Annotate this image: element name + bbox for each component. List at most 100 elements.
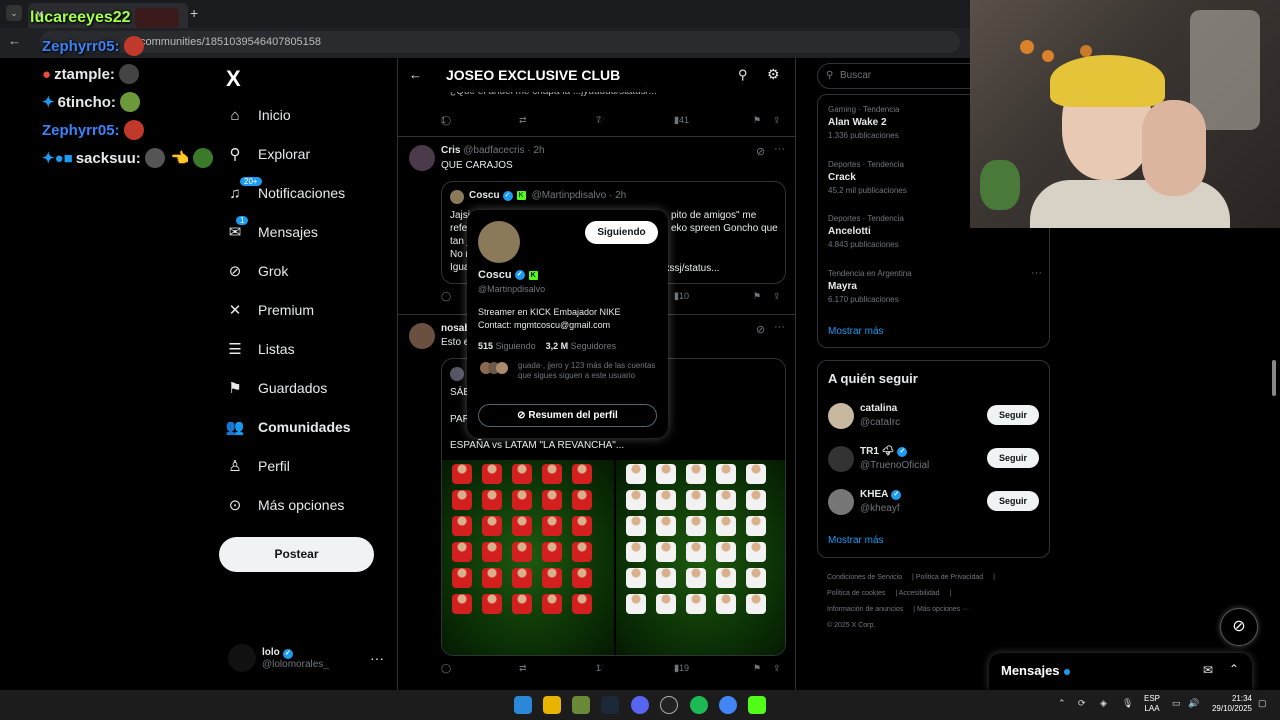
show-more-trends[interactable]: Mostrar más bbox=[828, 326, 884, 337]
post-button[interactable]: Postear bbox=[219, 537, 374, 572]
reply-icon[interactable]: ◯ bbox=[441, 663, 451, 674]
mutual-followers-text[interactable]: guada·, jjero y 123 más de las cuentas q… bbox=[518, 361, 658, 381]
nav-premium[interactable]: ✕ Premium bbox=[226, 301, 314, 319]
suggested-user[interactable]: TR1 🌩 ✓ @TruenoOficial Seguir bbox=[828, 446, 1040, 474]
gear-icon[interactable]: ⚙ bbox=[767, 66, 780, 83]
clock[interactable]: 21:34 29/10/2025 bbox=[1208, 694, 1252, 714]
chrome-icon[interactable] bbox=[719, 696, 737, 714]
tray-icon[interactable]: ⟳ bbox=[1078, 698, 1086, 709]
microphone-icon[interactable]: 🎙 bbox=[1122, 698, 1133, 709]
tab-dropdown-button[interactable]: ⌄ bbox=[6, 5, 22, 21]
views-button[interactable]: ▮ 710 bbox=[674, 291, 689, 302]
nav-explore[interactable]: ⚲ Explorar bbox=[226, 145, 311, 163]
x-logo-icon[interactable]: X bbox=[226, 66, 241, 92]
file-explorer-icon[interactable] bbox=[543, 696, 561, 714]
follow-button[interactable]: Seguir bbox=[987, 448, 1039, 468]
share-icon[interactable]: ⇪ bbox=[773, 115, 781, 126]
like-button[interactable]: ♡ 1 bbox=[596, 663, 604, 674]
repost-icon[interactable]: ⇄ bbox=[519, 115, 527, 126]
footer-link[interactable]: Política de Privacidad bbox=[916, 574, 983, 581]
spain-lineup-image bbox=[442, 460, 616, 655]
avatar[interactable] bbox=[478, 221, 520, 263]
footer-link[interactable]: Condiciones de Servicio bbox=[827, 574, 902, 581]
grok-icon[interactable]: ⊘ bbox=[756, 323, 765, 336]
nav-label: Grok bbox=[258, 263, 289, 279]
nav-profile[interactable]: ♙ Perfil bbox=[226, 457, 290, 475]
network-icon[interactable]: ▭ bbox=[1172, 698, 1181, 709]
share-icon[interactable]: ⇪ bbox=[773, 291, 781, 302]
more-dots-icon[interactable]: ··· bbox=[774, 321, 785, 333]
bell-icon: ♫ 20+ bbox=[226, 177, 262, 202]
discord-icon[interactable] bbox=[631, 696, 649, 714]
grok-floating-button[interactable]: ⊘ bbox=[1220, 608, 1258, 646]
obs-icon[interactable] bbox=[660, 696, 678, 714]
verified-icon: ✓ bbox=[891, 489, 902, 500]
tray-icon[interactable]: ◈ bbox=[1100, 698, 1107, 709]
following-stat[interactable]: 515 Siguiendo bbox=[478, 341, 536, 351]
emote-icon bbox=[123, 120, 144, 140]
repost-icon[interactable]: ⇄ bbox=[519, 663, 527, 674]
nav-more[interactable]: ⊙ Más opciones bbox=[226, 496, 345, 514]
notification-icon[interactable]: ▢ bbox=[1258, 698, 1267, 709]
reply-button[interactable]: ◯ 1 bbox=[441, 115, 451, 126]
profile-summary-button[interactable]: ⊘ Resumen del perfil bbox=[478, 404, 657, 427]
nav-communities[interactable]: 👥 Comunidades bbox=[226, 418, 351, 436]
footer-link[interactable]: Información de anuncios bbox=[827, 606, 903, 613]
profile-summary-label: Resumen del perfil bbox=[528, 410, 618, 421]
bookmark-icon[interactable]: ⚑ bbox=[753, 663, 761, 674]
trend-item[interactable]: Tendencia en Argentina Mayra 6.170 publica… bbox=[828, 269, 912, 304]
footer-link[interactable]: Accesibilidad bbox=[899, 590, 940, 597]
back-arrow-icon[interactable]: ← bbox=[8, 33, 21, 48]
trend-item[interactable]: Deportes · Tendencia Ancelotti 4.843 publi… bbox=[828, 214, 904, 249]
steam-icon[interactable] bbox=[601, 696, 619, 714]
nav-notifications[interactable]: ♫ 20+ Notificaciones bbox=[226, 177, 345, 202]
views-button[interactable]: ▮ 319 bbox=[674, 663, 689, 674]
like-button[interactable]: ♡ 7 bbox=[596, 115, 604, 126]
hovercard-name[interactable]: Coscu bbox=[478, 269, 512, 281]
trend-more-icon[interactable]: ··· bbox=[1031, 267, 1042, 279]
lineup-image[interactable] bbox=[442, 460, 785, 655]
page-scrollbar[interactable] bbox=[1272, 360, 1276, 396]
windows-start-icon[interactable] bbox=[514, 696, 532, 714]
suggested-user[interactable]: KHEA ✓ @kheayf Seguir bbox=[828, 489, 1040, 517]
footer-link[interactable]: Política de cookies bbox=[827, 590, 885, 597]
volume-icon[interactable]: 🔊 bbox=[1188, 698, 1199, 709]
account-switcher[interactable]: lolo ✓ @lolomorales_ bbox=[228, 644, 329, 672]
following-button[interactable]: Siguiendo bbox=[585, 221, 658, 244]
nav-grok[interactable]: ⊘ Grok bbox=[226, 262, 289, 280]
views-button[interactable]: ▮ 241 bbox=[674, 115, 689, 126]
reply-icon[interactable]: ◯ bbox=[441, 291, 451, 302]
messages-drawer[interactable]: Mensajes ✉ ⌃ bbox=[989, 653, 1252, 690]
hovercard-handle[interactable]: @Martinpdisalvo bbox=[478, 284, 545, 294]
spotify-icon[interactable] bbox=[690, 696, 708, 714]
followers-stat[interactable]: 3,2 M Seguidores bbox=[546, 341, 617, 351]
avatar bbox=[409, 323, 435, 349]
nav-home[interactable]: ⌂ Inicio bbox=[226, 106, 290, 124]
more-dots-icon[interactable]: ··· bbox=[774, 143, 785, 155]
bookmark-icon[interactable]: ⚑ bbox=[753, 291, 761, 302]
show-more-suggestions[interactable]: Mostrar más bbox=[828, 535, 884, 546]
trend-item[interactable]: Gaming · Tendencia Alan Wake 2 1.336 publi… bbox=[828, 105, 899, 140]
kick-icon[interactable] bbox=[748, 696, 766, 714]
more-dots-icon[interactable]: ··· bbox=[370, 650, 384, 666]
share-icon[interactable]: ⇪ bbox=[773, 663, 781, 674]
follow-button[interactable]: Seguir bbox=[987, 405, 1039, 425]
back-arrow-icon[interactable]: ← bbox=[409, 67, 422, 82]
new-message-icon[interactable]: ✉ bbox=[1203, 663, 1213, 677]
expand-icon[interactable]: ⌃ bbox=[1229, 662, 1239, 676]
nav-lists[interactable]: ☰ Listas bbox=[226, 340, 294, 358]
bookmark-icon[interactable]: ⚑ bbox=[753, 115, 761, 126]
app-icon[interactable] bbox=[572, 696, 590, 714]
nav-messages[interactable]: ✉ 1 Mensajes bbox=[226, 216, 318, 241]
search-icon[interactable]: ⚲ bbox=[738, 67, 748, 83]
player-figure bbox=[482, 542, 502, 562]
grok-icon[interactable]: ⊘ bbox=[756, 145, 765, 158]
tray-chevron-icon[interactable]: ⌃ bbox=[1058, 698, 1066, 709]
trend-title: Alan Wake 2 bbox=[828, 117, 887, 128]
follow-button[interactable]: Seguir bbox=[987, 491, 1039, 511]
language-indicator[interactable]: ESP LAA bbox=[1144, 694, 1160, 714]
footer-link[interactable]: Más opciones ··· bbox=[917, 606, 969, 613]
trend-item[interactable]: Deportes · Tendencia Crack 45,2 mil public… bbox=[828, 160, 907, 195]
suggested-user[interactable]: catalina @cataIrc Seguir bbox=[828, 403, 1040, 431]
nav-bookmarks[interactable]: ⚑ Guardados bbox=[226, 379, 327, 397]
